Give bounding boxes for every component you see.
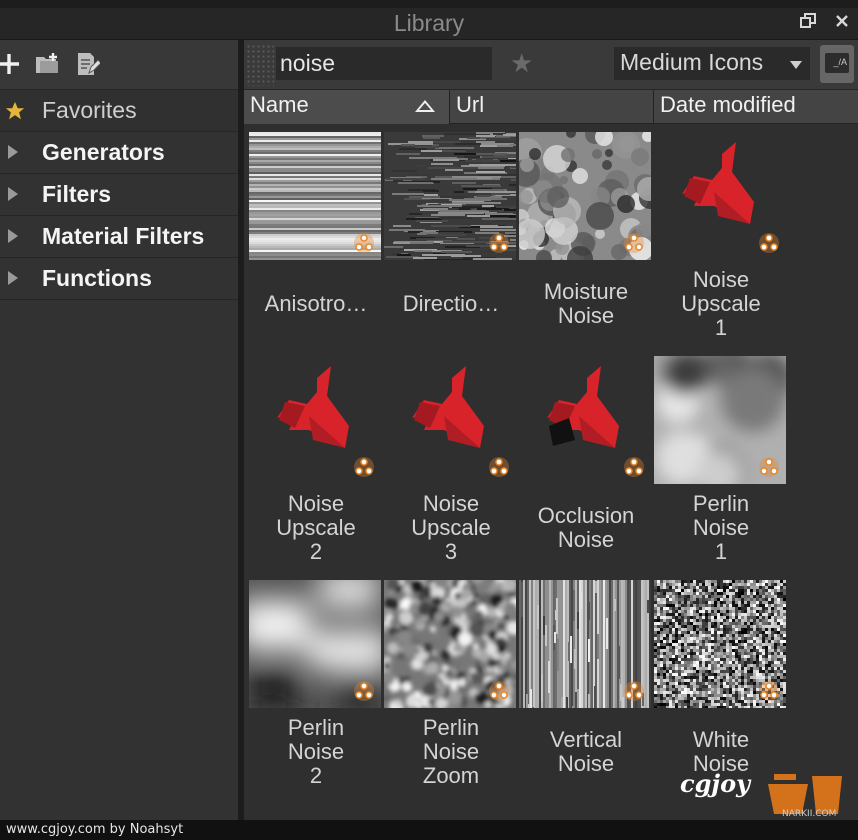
item-thumbnail[interactable] <box>384 132 516 260</box>
column-header-date-modified[interactable]: Date modified <box>654 90 858 124</box>
tree-item-label: Material Filters <box>42 223 205 249</box>
footer-watermark: www.cgjoy.com by Noahsyt <box>0 820 858 840</box>
tree-item-label: Generators <box>42 139 165 165</box>
item-label: Occlusion Noise <box>537 503 635 552</box>
item-thumbnail[interactable] <box>384 356 516 484</box>
item-label: Perlin Noise Zoom <box>422 715 480 788</box>
substance-graph-badge-icon <box>488 680 510 702</box>
edit-document-icon[interactable] <box>74 51 102 77</box>
substance-graph-badge-icon <box>623 232 645 254</box>
item-thumbnail[interactable] <box>249 356 381 484</box>
substance-graph-badge-icon <box>488 232 510 254</box>
item-label: Moisture Noise <box>543 279 629 328</box>
substance-graph-badge-icon <box>758 680 780 702</box>
substance-graph-badge-icon <box>353 456 375 478</box>
sort-ascending-icon <box>415 100 435 112</box>
item-label: Perlin Noise 1 <box>692 491 750 564</box>
item-thumbnail[interactable] <box>249 132 381 260</box>
item-grid: Anisotro… Directio… Moisture Noise Noise Upsc… <box>244 125 858 820</box>
column-header-name[interactable]: Name <box>244 90 450 124</box>
column-header-label: Url <box>456 92 485 117</box>
title-bar: Library <box>0 8 858 40</box>
item-label: Noise Upscale 1 <box>681 267 761 340</box>
item-label: Directio… <box>402 291 500 316</box>
column-header-label: Name <box>250 92 309 117</box>
tree-item-filters[interactable]: Filters <box>0 174 238 216</box>
item-label: Anisotro… <box>264 291 368 316</box>
search-input[interactable] <box>276 47 492 80</box>
watermark-text: cgjoy <box>680 769 752 798</box>
library-tree-panel: Favorites Generators Filters Material Fi… <box>0 40 238 820</box>
item-thumbnail[interactable] <box>384 580 516 708</box>
item-thumbnail[interactable] <box>249 580 381 708</box>
expand-arrow-icon[interactable] <box>4 184 24 204</box>
tree-item-label: Favorites <box>42 97 137 123</box>
expand-arrow-icon[interactable] <box>4 226 24 246</box>
item-label: Noise Upscale 3 <box>411 491 491 564</box>
sort-az-icon: _/A <box>825 53 849 73</box>
tree-item-generators[interactable]: Generators <box>0 132 238 174</box>
watermark-logo: cgjoy NARKII.COM <box>678 764 858 820</box>
restore-window-icon[interactable] <box>797 12 819 34</box>
substance-graph-badge-icon <box>758 232 780 254</box>
substance-graph-badge-icon <box>758 456 780 478</box>
tree-item-label: Filters <box>42 181 112 207</box>
drag-handle[interactable] <box>246 44 274 86</box>
search-bar: ★ Medium Icons _/A <box>244 40 858 90</box>
item-thumbnail[interactable] <box>519 356 651 484</box>
item-thumbnail[interactable] <box>654 580 786 708</box>
expand-arrow-icon[interactable] <box>4 142 24 162</box>
tree-item-label: Functions <box>42 265 152 291</box>
star-icon <box>4 100 25 120</box>
substance-graph-badge-icon <box>353 232 375 254</box>
sort-toggle-button[interactable]: _/A <box>820 45 854 83</box>
view-mode-value: Medium Icons <box>620 49 764 75</box>
column-header-url[interactable]: Url <box>450 90 654 124</box>
close-icon[interactable] <box>831 12 853 34</box>
chevron-down-icon <box>790 61 802 69</box>
item-thumbnail[interactable] <box>654 356 786 484</box>
item-label: Vertical Noise <box>549 727 623 776</box>
plus-icon[interactable] <box>0 51 22 77</box>
substance-graph-badge-icon <box>623 456 645 478</box>
substance-graph-badge-icon <box>353 680 375 702</box>
favorite-filter-star-icon[interactable]: ★ <box>510 50 533 76</box>
tree-item-favorites[interactable]: Favorites <box>0 90 238 132</box>
item-thumbnail[interactable] <box>519 580 651 708</box>
substance-graph-badge-icon <box>488 456 510 478</box>
column-headers: Name Url Date modified <box>244 90 858 124</box>
column-header-label: Date modified <box>660 92 796 117</box>
window-title: Library <box>393 10 465 36</box>
library-toolbar <box>0 40 238 90</box>
item-label: Noise Upscale 2 <box>276 491 356 564</box>
expand-arrow-icon[interactable] <box>4 268 24 288</box>
item-thumbnail[interactable] <box>654 132 786 260</box>
item-thumbnail[interactable] <box>519 132 651 260</box>
library-content-panel: ★ Medium Icons _/A Name Url Date modifie… <box>244 40 858 820</box>
top-edge <box>0 0 858 8</box>
tree-item-functions[interactable]: Functions <box>0 258 238 300</box>
view-mode-select[interactable]: Medium Icons <box>614 47 810 80</box>
add-folder-icon[interactable] <box>34 51 60 77</box>
item-label: Perlin Noise 2 <box>287 715 345 788</box>
watermark-subtext: NARKII.COM <box>782 809 836 819</box>
tree-item-material-filters[interactable]: Material Filters <box>0 216 238 258</box>
substance-graph-badge-icon <box>623 680 645 702</box>
